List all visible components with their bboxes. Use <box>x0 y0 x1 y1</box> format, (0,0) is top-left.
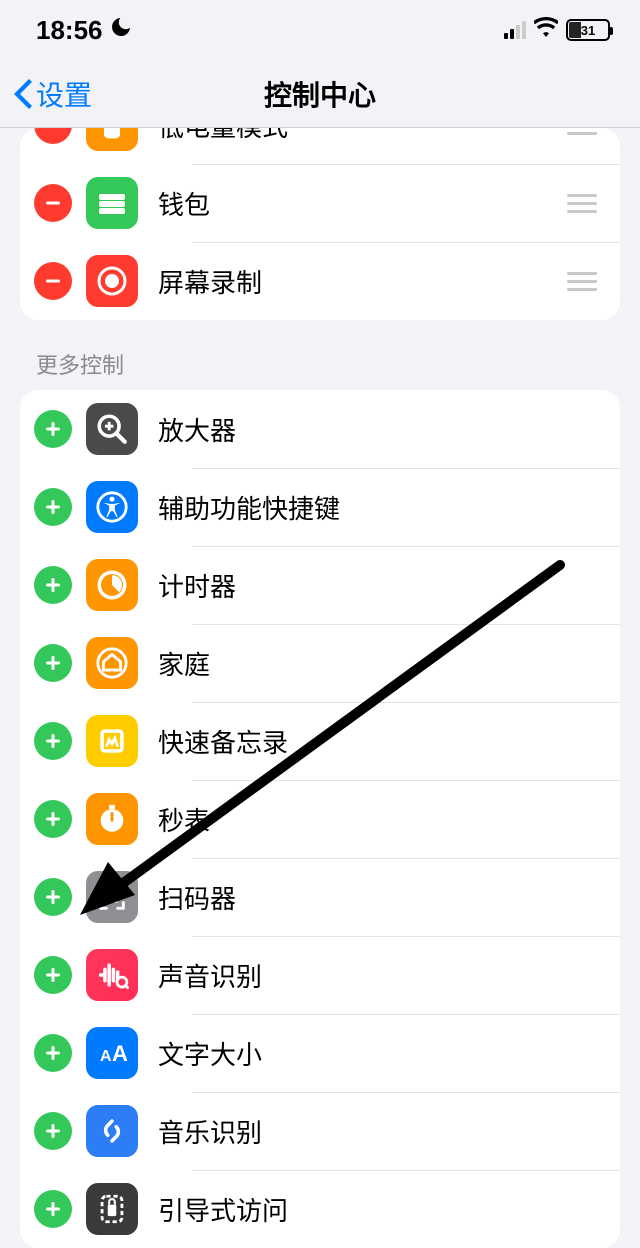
add-button[interactable] <box>34 1190 72 1228</box>
list-item: 辅助功能快捷键 <box>20 468 620 546</box>
status-time: 18:56 <box>36 15 103 46</box>
drag-handle-icon[interactable] <box>564 194 600 213</box>
back-label: 设置 <box>36 74 92 114</box>
list-item: 计时器 <box>20 546 620 624</box>
list-item-label: 音乐识别 <box>158 1113 606 1150</box>
battery-icon: 31 <box>566 19 610 41</box>
chevron-left-icon <box>14 79 32 109</box>
add-button[interactable] <box>34 800 72 838</box>
cell-signal-icon <box>504 21 526 39</box>
list-item-label: 辅助功能快捷键 <box>158 489 606 526</box>
timer-icon <box>86 559 138 611</box>
list-item: 秒表 <box>20 780 620 858</box>
back-button[interactable]: 设置 <box>14 74 92 114</box>
wallet-icon <box>86 177 138 229</box>
add-button[interactable] <box>34 722 72 760</box>
sound-recognition-icon <box>86 949 138 1001</box>
svg-text:A: A <box>112 1041 128 1066</box>
add-button[interactable] <box>34 878 72 916</box>
remove-button[interactable] <box>34 262 72 300</box>
list-item-label: 钱包 <box>158 185 564 222</box>
list-item: 引导式访问 <box>20 1170 620 1248</box>
screen-record-icon <box>86 255 138 307</box>
magnifier-icon <box>86 403 138 455</box>
list-item-label: 声音识别 <box>158 957 606 994</box>
list-item-label: 家庭 <box>158 645 606 682</box>
list-item: 扫码器 <box>20 858 620 936</box>
drag-handle-icon[interactable] <box>564 272 600 291</box>
remove-button[interactable] <box>34 184 72 222</box>
more-controls-header: 更多控制 <box>20 320 620 390</box>
quick-note-icon <box>86 715 138 767</box>
list-item: 音乐识别 <box>20 1092 620 1170</box>
text-size-icon: AA <box>86 1027 138 1079</box>
navigation-bar: 设置 控制中心 <box>0 60 640 128</box>
add-button[interactable] <box>34 1112 72 1150</box>
accessibility-icon <box>86 481 138 533</box>
list-item-label: 屏幕录制 <box>158 263 564 300</box>
add-button[interactable] <box>34 488 72 526</box>
list-item: 钱包 <box>20 164 620 242</box>
add-button[interactable] <box>34 410 72 448</box>
list-item-label: 秒表 <box>158 801 606 838</box>
list-item: 低电量模式 <box>20 128 620 164</box>
drag-handle-icon[interactable] <box>564 128 600 135</box>
guided-access-icon <box>86 1183 138 1235</box>
list-item-label: 快速备忘录 <box>158 723 606 760</box>
remove-button[interactable] <box>34 128 72 144</box>
home-icon <box>86 637 138 689</box>
add-button[interactable] <box>34 566 72 604</box>
page-title: 控制中心 <box>264 74 376 114</box>
list-item-label: 扫码器 <box>158 879 606 916</box>
list-item-label: 文字大小 <box>158 1035 606 1072</box>
add-button[interactable] <box>34 644 72 682</box>
included-controls-list: 低电量模式 钱包 屏幕录制 <box>20 128 620 320</box>
status-bar: 18:56 31 <box>0 0 640 60</box>
list-item: 放大器 <box>20 390 620 468</box>
list-item: 快速备忘录 <box>20 702 620 780</box>
list-item: 屏幕录制 <box>20 242 620 320</box>
do-not-disturb-icon <box>109 15 133 46</box>
list-item-label: 低电量模式 <box>158 128 564 144</box>
low-power-mode-icon <box>86 128 138 151</box>
shazam-icon <box>86 1105 138 1157</box>
stopwatch-icon <box>86 793 138 845</box>
add-button[interactable] <box>34 956 72 994</box>
list-item: 家庭 <box>20 624 620 702</box>
list-item-label: 计时器 <box>158 567 606 604</box>
more-controls-list: 放大器 辅助功能快捷键 计时器 家庭 快速备忘录 秒表 <box>20 390 620 1248</box>
list-item: 声音识别 <box>20 936 620 1014</box>
svg-text:A: A <box>100 1048 112 1065</box>
qr-scanner-icon <box>86 871 138 923</box>
wifi-icon <box>534 17 558 43</box>
add-button[interactable] <box>34 1034 72 1072</box>
list-item-label: 引导式访问 <box>158 1191 606 1228</box>
list-item: AA 文字大小 <box>20 1014 620 1092</box>
list-item-label: 放大器 <box>158 411 606 448</box>
